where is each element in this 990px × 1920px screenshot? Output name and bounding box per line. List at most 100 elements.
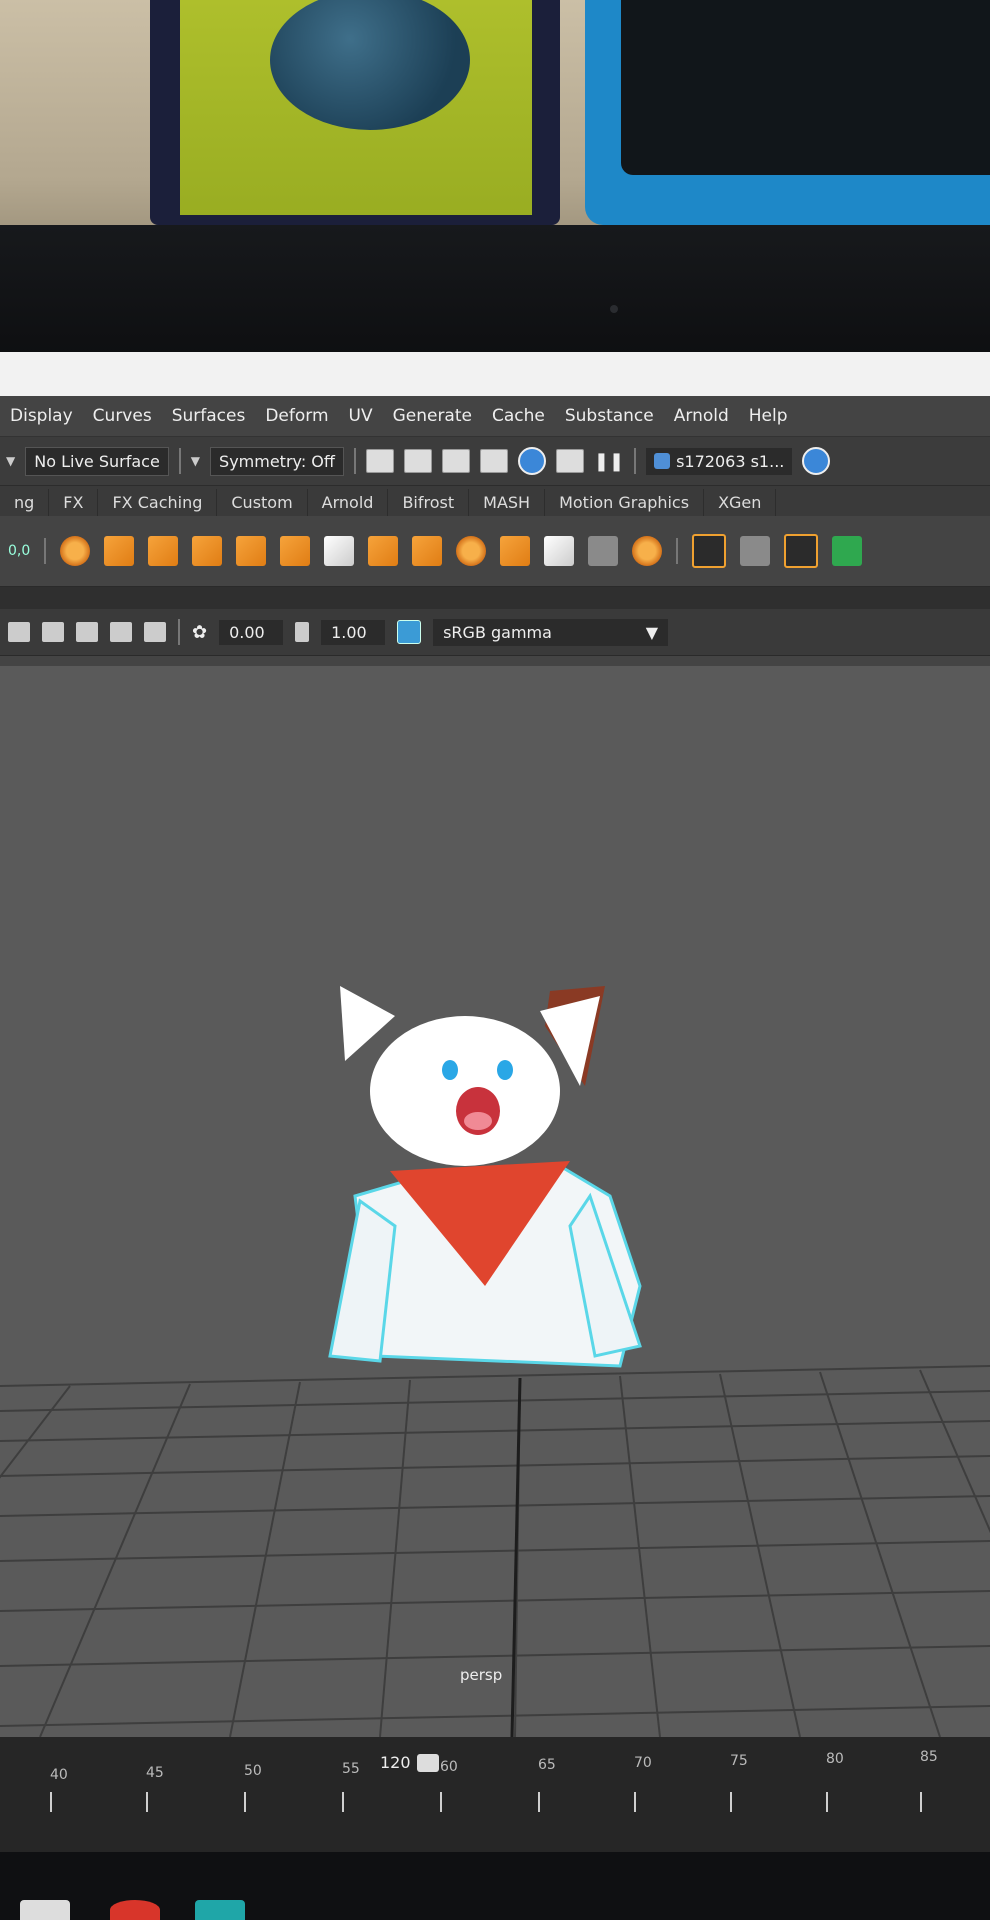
range-end-field[interactable]: 120	[380, 1753, 439, 1772]
user-account-button[interactable]: s172063 s1...	[646, 447, 793, 475]
color-space-dropdown[interactable]: sRGB gamma ▼	[433, 618, 669, 646]
mash-merge-icon[interactable]	[500, 536, 531, 566]
taskbar-app-icon[interactable]	[110, 1900, 160, 1920]
character-left-eye	[442, 1060, 458, 1080]
divider	[178, 448, 181, 474]
clock-icon[interactable]	[802, 447, 831, 475]
exposure-field[interactable]: 0.00	[219, 619, 284, 645]
timeline-tick	[730, 1792, 732, 1812]
menu-uv[interactable]: UV	[339, 406, 383, 426]
mash-offset-icon[interactable]	[236, 536, 267, 566]
timeline-tick-label: 80	[826, 1751, 844, 1767]
live-surface-field[interactable]: No Live Surface	[25, 446, 169, 476]
viewport-canvas	[0, 986, 990, 1738]
mash-id-icon[interactable]	[192, 536, 223, 566]
timeline-tick-label: 55	[342, 1761, 360, 1777]
character-right-eye	[497, 1060, 513, 1080]
arnold-render-icon[interactable]	[517, 447, 546, 475]
hypershade-icon[interactable]	[479, 449, 508, 473]
timeline-tick-label: 40	[50, 1767, 68, 1783]
render-settings-icon[interactable]	[441, 449, 470, 473]
gamma-icon[interactable]	[295, 622, 310, 642]
menu-generate[interactable]: Generate	[383, 406, 482, 426]
pivot-readout: 0,0	[8, 543, 31, 559]
menu-help[interactable]: Help	[739, 406, 798, 426]
cat-character-model[interactable]	[328, 986, 642, 1368]
timeline-tick	[826, 1792, 828, 1812]
character-tongue	[464, 1112, 492, 1130]
menu-cache[interactable]: Cache	[482, 406, 555, 426]
shelf-tab-fx[interactable]: FX	[49, 489, 99, 516]
timeline-tick	[342, 1792, 344, 1812]
mash-signal-icon[interactable]	[324, 536, 355, 566]
timeline-tick-label: 50	[244, 1763, 262, 1779]
grid-toggle-icon[interactable]	[144, 622, 166, 642]
mash-random-icon[interactable]	[280, 536, 311, 566]
mash-visibility-icon[interactable]	[368, 536, 399, 566]
menu-deform[interactable]: Deform	[255, 406, 338, 426]
wireframe-icon[interactable]	[8, 622, 30, 642]
chevron-down-icon[interactable]: ▼	[191, 454, 200, 468]
mash-world-icon[interactable]	[456, 536, 487, 566]
mash-time-icon[interactable]	[412, 536, 443, 566]
bounding-box-icon[interactable]	[740, 536, 771, 566]
range-slider-knob[interactable]	[416, 1753, 439, 1772]
render-view-icon[interactable]	[555, 449, 584, 473]
select-camera-icon[interactable]	[42, 622, 64, 642]
timeline-tick-label: 75	[730, 1753, 748, 1769]
shelf-tab-bifrost[interactable]: Bifrost	[388, 489, 470, 516]
timeline-tick-label: 70	[634, 1755, 652, 1771]
curve-tool-icon[interactable]	[692, 534, 727, 568]
render-frame-icon[interactable]	[365, 449, 394, 473]
chevron-down-icon[interactable]: ▼	[6, 454, 15, 468]
mash-placer-icon[interactable]	[588, 536, 619, 566]
green-shelf-icon[interactable]	[832, 536, 863, 566]
menu-arnold[interactable]: Arnold	[664, 406, 739, 426]
taskbar-app-icon[interactable]	[20, 1900, 70, 1920]
shelf-tab-arnold[interactable]: Arnold	[308, 489, 389, 516]
xray-icon[interactable]	[76, 622, 98, 642]
divider	[44, 538, 47, 564]
divider	[676, 538, 679, 564]
mash-flight-icon[interactable]	[544, 536, 575, 566]
mash-network-icon[interactable]	[60, 536, 91, 566]
ipr-render-icon[interactable]	[403, 449, 432, 473]
timeline-tick-label: 45	[146, 1765, 164, 1781]
shelf-tab-motion-graphics[interactable]: Motion Graphics	[545, 489, 705, 516]
timeline-tick	[538, 1792, 540, 1812]
timeline-tick	[50, 1792, 52, 1812]
shelf-toolbar: 0,0	[0, 516, 990, 587]
exposure-icon[interactable]: ✿	[192, 622, 207, 643]
panel-gap	[0, 587, 990, 609]
pause-icon[interactable]: ❚❚	[594, 451, 624, 472]
user-icon	[654, 453, 671, 469]
gamma-field[interactable]: 1.00	[321, 619, 386, 645]
main-menu-bar: Display Curves Surfaces Deform UV Genera…	[0, 396, 990, 436]
brush-tool-icon[interactable]	[784, 534, 819, 568]
chevron-down-icon: ▼	[645, 622, 659, 642]
isolate-icon[interactable]	[110, 622, 132, 642]
shelf-tab-custom[interactable]: Custom	[217, 489, 308, 516]
shelf-tab-mash[interactable]: MASH	[469, 489, 546, 516]
timeline-tick	[920, 1792, 922, 1812]
symmetry-dropdown[interactable]: Symmetry: Off	[210, 446, 344, 476]
menu-display[interactable]: Display	[0, 406, 83, 426]
mash-repro-icon[interactable]	[148, 536, 179, 566]
shelf-tab-fx-caching[interactable]: FX Caching	[98, 489, 218, 516]
status-line: ▼ No Live Surface ▼ Symmetry: Off ❚❚ s17…	[0, 436, 990, 486]
time-slider[interactable]: 40 45 50 55 60 65 70 75 80 85	[0, 1737, 990, 1852]
perspective-viewport[interactable]: persp	[0, 666, 990, 1738]
mash-dynamics-icon[interactable]	[632, 536, 663, 566]
range-end-value: 120	[380, 1753, 411, 1772]
shelf-tab-rendering[interactable]: ng	[0, 489, 50, 516]
timeline-tick	[440, 1792, 442, 1812]
blue-device-photo	[585, 0, 990, 225]
maya-taskbar-icon[interactable]	[195, 1900, 245, 1920]
color-management-icon[interactable]	[397, 620, 422, 644]
menu-curves[interactable]: Curves	[83, 406, 162, 426]
shelf-tab-xgen[interactable]: XGen	[704, 489, 777, 516]
menu-substance[interactable]: Substance	[555, 406, 664, 426]
mash-distribute-icon[interactable]	[104, 536, 135, 566]
timeline-tick	[146, 1792, 148, 1812]
menu-surfaces[interactable]: Surfaces	[162, 406, 256, 426]
